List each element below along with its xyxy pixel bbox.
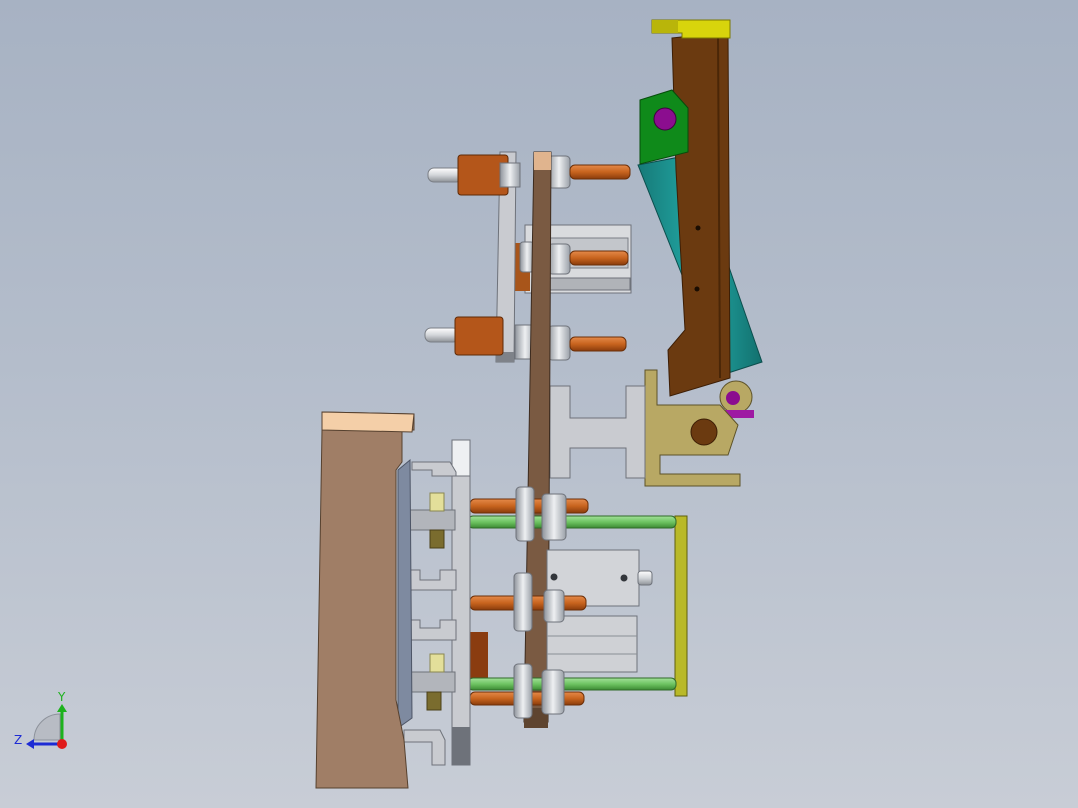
washer[interactable]: [547, 243, 571, 275]
lower-side-plate[interactable]: [451, 439, 471, 766]
bracket-pin[interactable]: [653, 107, 677, 131]
triad-arc: [33, 713, 61, 741]
y-axis-label: Y: [57, 690, 66, 704]
pad: [426, 691, 442, 711]
silver-pin[interactable]: [424, 327, 460, 343]
washer[interactable]: [513, 663, 533, 719]
clamp-jaw[interactable]: [404, 509, 456, 531]
connector-block[interactable]: [549, 385, 646, 479]
copper-shaft[interactable]: [569, 164, 631, 180]
green-rod[interactable]: [467, 677, 677, 691]
cad-viewport[interactable]: Y Z: [0, 0, 1078, 808]
end-plate[interactable]: [674, 515, 688, 697]
collar[interactable]: [454, 316, 504, 356]
frame-hole: [694, 286, 700, 292]
clamp-hook[interactable]: [403, 729, 446, 766]
lower-guide-block[interactable]: [546, 615, 638, 673]
x-axis-dot: [57, 739, 67, 749]
clamp-hook[interactable]: [411, 461, 457, 477]
assembly-drawing[interactable]: Y Z: [0, 0, 1078, 808]
orientation-triad: Y Z: [14, 690, 67, 749]
clamp-jaw[interactable]: [404, 671, 456, 693]
lower-pivot-pin[interactable]: [726, 391, 740, 405]
washer[interactable]: [541, 493, 567, 541]
clamp-hook[interactable]: [403, 569, 457, 591]
y-axis-arrow: [57, 704, 67, 712]
face-plate[interactable]: [397, 458, 413, 729]
copper-shaft[interactable]: [569, 336, 627, 352]
washer[interactable]: [541, 669, 565, 715]
z-axis-label: Z: [14, 733, 22, 747]
pivot-bracket-hole: [690, 418, 718, 446]
copper-shaft[interactable]: [569, 250, 629, 266]
silver-pin[interactable]: [427, 167, 463, 183]
upper-shaft-assembly[interactable]: [424, 151, 632, 363]
cylinder-frame-assembly[interactable]: [637, 19, 763, 487]
housing-hole: [550, 573, 558, 581]
pad: [429, 529, 445, 549]
frame-hole: [695, 225, 701, 231]
pad: [429, 492, 445, 512]
pad: [429, 653, 445, 673]
washer[interactable]: [547, 325, 571, 361]
washer[interactable]: [513, 572, 533, 632]
housing-hole: [620, 574, 628, 582]
washer[interactable]: [515, 486, 535, 542]
z-axis-arrow: [26, 739, 34, 749]
washer[interactable]: [543, 589, 565, 623]
green-rod[interactable]: [467, 515, 677, 529]
